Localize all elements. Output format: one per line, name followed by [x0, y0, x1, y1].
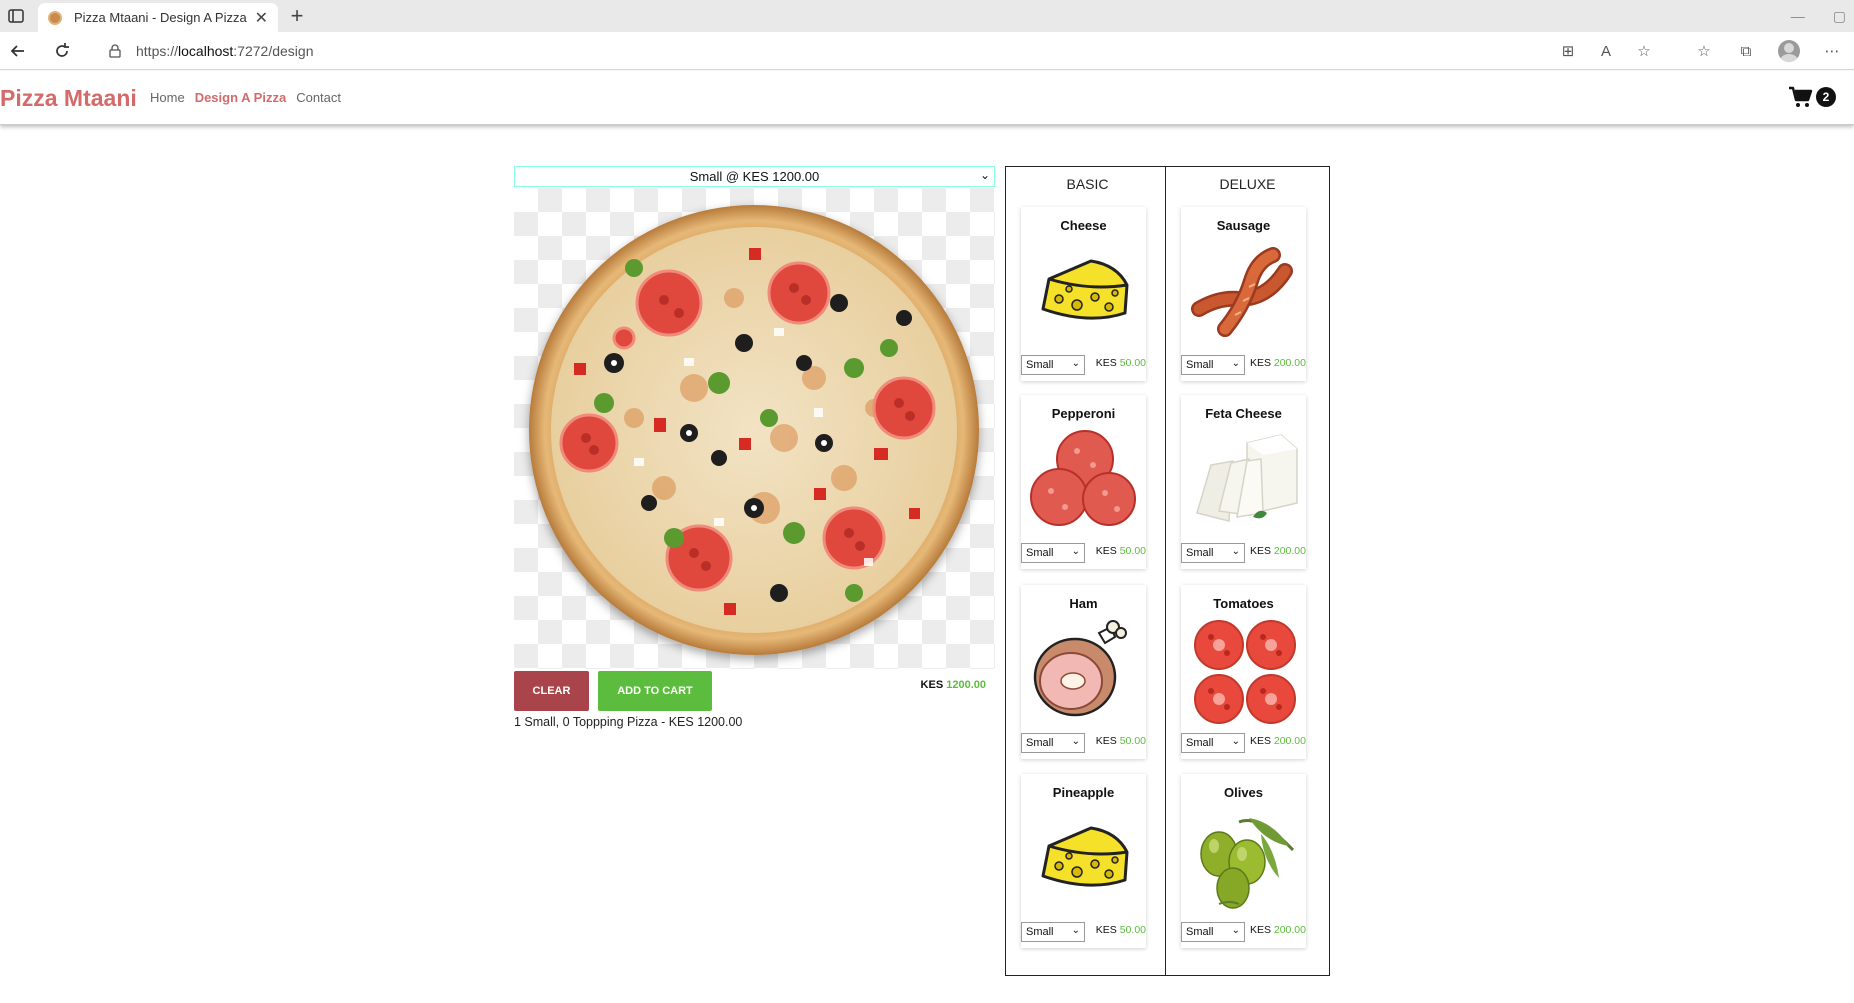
deluxe-heading: DELUXE [1219, 176, 1276, 192]
topping-name: Feta Cheese [1205, 406, 1282, 421]
url-text: https://localhost:7272/design [136, 43, 314, 59]
topping-card-pepperoni[interactable]: Pepperoni Small ⌄ KES 50.00 [1021, 395, 1146, 569]
topping-size-select[interactable]: Small ⌄ [1021, 355, 1085, 375]
refresh-icon[interactable] [52, 41, 72, 61]
app-available-icon[interactable]: ⊞ [1558, 42, 1578, 60]
cart-count-badge: 2 [1816, 87, 1836, 107]
nav-design-a-pizza[interactable]: Design A Pizza [195, 90, 287, 105]
maximize-icon[interactable]: ▢ [1833, 8, 1846, 25]
chevron-down-icon: ⌄ [1071, 546, 1080, 557]
topping-card-tomatoes[interactable]: Tomatoes Small ⌄ KES 200.00 [1181, 585, 1306, 759]
collections-icon[interactable]: ⧉ [1736, 43, 1756, 60]
pizza-image [529, 205, 979, 655]
basic-toppings-column: BASIC Cheese Small ⌄ KES 50.00 Pepperoni [1005, 166, 1170, 976]
shopping-cart-icon [1789, 86, 1813, 107]
nav-home[interactable]: Home [150, 90, 185, 105]
chevron-down-icon: ⌄ [1071, 925, 1080, 936]
favorites-icon[interactable]: ☆ [1694, 42, 1714, 60]
tomatoes-icon [1194, 620, 1296, 724]
topping-size-select[interactable]: Small ⌄ [1181, 355, 1245, 375]
topping-name: Olives [1223, 785, 1264, 800]
close-tab-icon[interactable]: ✕ [255, 8, 268, 28]
topping-name: Pepperoni [1051, 406, 1116, 421]
topping-card-feta-cheese[interactable]: Feta Cheese Small ⌄ KES 200.00 [1181, 395, 1306, 569]
total-amount: 1200.00 [946, 679, 986, 691]
topping-card-cheese[interactable]: Cheese Small ⌄ KES 50.00 [1021, 207, 1146, 381]
feta-cheese-icon [1196, 434, 1298, 522]
window-controls: — ▢ [1791, 0, 1846, 32]
cheese-icon [1041, 826, 1129, 887]
topping-size-select[interactable]: Small ⌄ [1181, 733, 1245, 753]
topping-size-select[interactable]: Small ⌄ [1021, 733, 1085, 753]
add-favorite-icon[interactable]: ☆ [1634, 42, 1654, 60]
tab-title: Pizza Mtaani - Design A Pizza [74, 10, 247, 25]
chevron-down-icon: ⌄ [1231, 358, 1240, 369]
topping-price: KES 200.00 [1249, 545, 1306, 557]
topping-price: KES 200.00 [1249, 735, 1306, 747]
pepperoni-icon [1030, 430, 1136, 526]
cheese-icon [1041, 259, 1129, 320]
topping-size-select[interactable]: Small ⌄ [1021, 543, 1085, 563]
pizza-size-select[interactable]: Small @ KES 1200.00 ⌄ [514, 166, 995, 187]
chevron-down-icon: ⌄ [1071, 736, 1080, 747]
deluxe-toppings-column: DELUXE Sausage Small ⌄ KES 200.00 Feta C… [1165, 166, 1330, 976]
topping-card-pineapple[interactable]: Pineapple Small ⌄ KES 50.00 [1021, 774, 1146, 948]
topping-card-olives[interactable]: Olives Small ⌄ KES 200.00 [1181, 774, 1306, 948]
topping-name: Ham [1069, 596, 1098, 611]
read-aloud-icon[interactable]: A [1596, 43, 1616, 60]
chevron-down-icon: ⌄ [1231, 546, 1240, 557]
topping-price: KES 200.00 [1249, 924, 1306, 936]
topping-price: KES 200.00 [1249, 357, 1306, 369]
topping-size-select[interactable]: Small ⌄ [1021, 922, 1085, 942]
topping-name: Pineapple [1052, 785, 1115, 800]
lock-icon[interactable] [108, 44, 122, 58]
chevron-down-icon: ⌄ [979, 168, 990, 182]
cart-button[interactable]: 2 [1788, 85, 1836, 109]
chevron-down-icon: ⌄ [1231, 925, 1240, 936]
pizza-size-value: Small @ KES 1200.00 [689, 169, 820, 184]
topping-size-select[interactable]: Small ⌄ [1181, 922, 1245, 942]
pizza-favicon-icon [48, 10, 62, 25]
pizza-preview [514, 188, 995, 669]
chevron-down-icon: ⌄ [1071, 358, 1080, 369]
topping-card-sausage[interactable]: Sausage Small ⌄ KES 200.00 [1181, 207, 1306, 381]
topping-price: KES 50.00 [1095, 545, 1146, 557]
topping-price: KES 50.00 [1095, 357, 1146, 369]
add-to-cart-button[interactable]: ADD TO CART [598, 671, 712, 711]
sausage-icon [1191, 247, 1293, 337]
basic-heading: BASIC [1066, 176, 1109, 192]
brand-logo[interactable]: Pizza Mtaani [0, 85, 137, 112]
topping-name: Tomatoes [1213, 596, 1274, 611]
new-tab-icon[interactable]: + [284, 3, 310, 29]
olives-icon [1200, 818, 1295, 909]
more-menu-icon[interactable]: ⋯ [1822, 42, 1842, 60]
topping-name: Sausage [1216, 218, 1271, 233]
topping-name: Cheese [1060, 218, 1107, 233]
nav-links: Home Design A Pizza Contact [150, 90, 341, 105]
clear-button[interactable]: CLEAR [514, 671, 589, 711]
tab-actions-icon[interactable] [6, 6, 26, 26]
topping-price: KES 50.00 [1095, 735, 1146, 747]
total-currency: KES [920, 679, 944, 691]
chevron-down-icon: ⌄ [1231, 736, 1240, 747]
browser-tab-bar: Pizza Mtaani - Design A Pizza ✕ + — ▢ [0, 0, 1854, 32]
ham-icon [1033, 620, 1127, 717]
profile-avatar-icon[interactable] [1778, 40, 1800, 62]
nav-contact[interactable]: Contact [296, 90, 341, 105]
url-field[interactable]: https://localhost:7272/design ⊞ A ☆ [92, 36, 1672, 66]
site-navbar: Pizza Mtaani Home Design A Pizza Contact… [0, 71, 1854, 125]
address-bar-row: https://localhost:7272/design ⊞ A ☆ ☆ ⧉ … [0, 32, 1854, 70]
browser-tab[interactable]: Pizza Mtaani - Design A Pizza ✕ [38, 3, 278, 32]
back-arrow-icon[interactable] [8, 41, 28, 61]
order-summary: 1 Small, 0 Toppping Pizza - KES 1200.00 [514, 715, 743, 729]
topping-card-ham[interactable]: Ham Small ⌄ KES 50.00 [1021, 585, 1146, 759]
minimize-icon[interactable]: — [1791, 8, 1805, 24]
pizza-total: KES 1200.00 [880, 679, 986, 691]
topping-size-select[interactable]: Small ⌄ [1181, 543, 1245, 563]
topping-price: KES 50.00 [1095, 924, 1146, 936]
